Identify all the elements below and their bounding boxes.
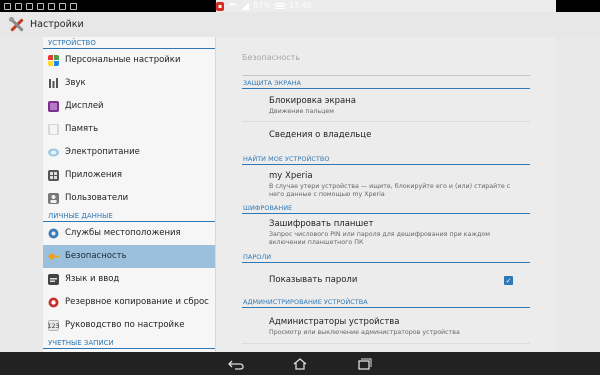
security-icon <box>48 253 59 260</box>
detail-title: Безопасность <box>242 53 300 62</box>
sidebar-item-security[interactable]: Безопасность <box>43 245 215 268</box>
sidebar-item-sound[interactable]: Звук <box>43 72 215 95</box>
pref-summary: Запрос числового PIN или пароля для деши… <box>269 231 490 246</box>
home-icon[interactable] <box>292 357 308 370</box>
sidebar-item-label: Руководство по настройке <box>65 320 185 330</box>
left-gutter <box>0 37 43 352</box>
settings-sidebar: УСТРОЙСТВО Персональные настройки Звук Д… <box>43 37 215 352</box>
pref-screen-lock[interactable]: Блокировка экрана Движение пальцем <box>269 96 514 116</box>
svg-text:123: 123 <box>48 323 59 330</box>
sidebar-item-label: Пользователи <box>65 193 129 203</box>
sidebar-item-display[interactable]: Дисплей <box>43 95 215 118</box>
pref-title: Блокировка экрана <box>269 96 356 106</box>
apps-icon <box>48 170 59 181</box>
notification-icon <box>26 2 33 10</box>
pref-summary: Просмотр или выключение администраторов … <box>269 329 460 336</box>
group-header-find-device: НАЙТИ МОЕ УСТРОЙСТВО <box>242 153 530 165</box>
security-detail-pane: Безопасность ЗАЩИТА ЭКРАНА Блокировка эк… <box>216 37 556 352</box>
group-header-device-admin: АДМИНИСТРИРОВАНИЕ УСТРОЙСТВА <box>242 296 530 308</box>
pref-title: Сведения о владельце <box>269 130 372 140</box>
language-icon <box>48 274 59 285</box>
show-passwords-checkbox[interactable]: ✓ <box>504 276 513 285</box>
signal-icon <box>241 2 250 10</box>
display-icon <box>48 101 59 112</box>
battery-icon <box>274 3 285 9</box>
pref-encrypt-tablet[interactable]: Зашифровать планшет Запрос числового PIN… <box>269 219 514 247</box>
sidebar-item-label: Язык и ввод <box>65 274 120 284</box>
right-gutter <box>556 37 600 352</box>
pref-owner-info[interactable]: Сведения о владельце <box>269 130 514 141</box>
setup-guide-icon: 123 <box>48 320 59 331</box>
sidebar-item-label: Резервное копирование и сброс <box>65 297 209 307</box>
sidebar-item-apps[interactable]: Приложения <box>43 164 215 187</box>
sidebar-item-language[interactable]: Язык и ввод <box>43 268 215 291</box>
wifi-icon <box>228 3 238 9</box>
pref-title: my Xperia <box>269 171 313 181</box>
download-icon <box>48 2 55 10</box>
sidebar-item-label: Приложения <box>65 170 123 180</box>
sidebar-item-label: Электропитание <box>65 147 140 157</box>
storage-icon <box>48 124 59 135</box>
sidebar-item-location[interactable]: Службы местоположения <box>43 222 215 245</box>
sidebar-item-label: Службы местоположения <box>65 228 181 238</box>
sidebar-item-power[interactable]: Электропитание <box>43 141 215 164</box>
divider <box>242 343 530 344</box>
settings-tools-icon[interactable] <box>8 16 26 34</box>
notification-badge: ▪ <box>216 1 225 11</box>
divider <box>242 121 530 122</box>
back-icon[interactable] <box>228 358 244 370</box>
pref-title: Администраторы устройства <box>269 317 400 327</box>
notification-icons <box>4 0 77 12</box>
pref-title: Зашифровать планшет <box>269 219 374 229</box>
download-icon <box>37 2 44 10</box>
divider <box>242 75 530 76</box>
group-header-screen-security: ЗАЩИТА ЭКРАНА <box>242 77 530 89</box>
power-icon <box>48 148 59 157</box>
sidebar-section-header: УЧЕТНЫЕ ЗАПИСИ <box>43 337 215 349</box>
sidebar-item-setup-guide[interactable]: 123 Руководство по настройке <box>43 314 215 337</box>
notification-icon <box>59 2 66 10</box>
pref-summary: В случае утери устройства — ищите, блоки… <box>269 183 511 198</box>
group-header-passwords: ПАРОЛИ <box>242 251 530 263</box>
clock: 17:45 <box>288 1 312 10</box>
pref-my-xperia[interactable]: my Xperia В случае утери устройства — ищ… <box>269 171 514 199</box>
pref-device-admins[interactable]: Администраторы устройства Просмотр или в… <box>269 317 514 337</box>
sidebar-item-label: Память <box>65 124 99 134</box>
pref-title: Показывать пароли <box>269 275 358 285</box>
sidebar-item-backup[interactable]: Резервное копирование и сброс <box>43 291 215 314</box>
sidebar-section-header: ЛИЧНЫЕ ДАННЫЕ <box>43 210 215 222</box>
notification-icon <box>4 2 11 10</box>
battery-percent: 97% <box>253 1 271 10</box>
recent-apps-icon[interactable] <box>356 358 372 370</box>
sidebar-item-personalization[interactable]: Персональные настройки <box>43 49 215 72</box>
status-bar: ▪ 97% 17:45 <box>0 0 600 12</box>
sound-icon <box>49 78 58 88</box>
system-nav-bar <box>0 352 600 375</box>
sidebar-item-storage[interactable]: Память <box>43 118 215 141</box>
notification-icon <box>70 2 77 10</box>
pref-summary: Движение пальцем <box>269 108 334 115</box>
checkmark-icon: ✓ <box>505 277 512 285</box>
sidebar-section-header: УСТРОЙСТВО <box>43 37 215 49</box>
sidebar-item-users[interactable]: Пользователи <box>43 187 215 210</box>
location-icon <box>48 228 59 239</box>
sidebar-item-label: Безопасность <box>65 251 127 261</box>
page-title: Настройки <box>30 19 84 30</box>
sidebar-item-label: Персональные настройки <box>65 55 181 65</box>
action-bar: Настройки <box>0 12 600 38</box>
notification-icon <box>15 2 22 10</box>
users-icon <box>48 193 59 204</box>
backup-icon <box>48 297 59 308</box>
sidebar-item-label: Дисплей <box>65 101 104 111</box>
pref-show-passwords[interactable]: Показывать пароли <box>269 275 514 286</box>
sidebar-item-label: Звук <box>65 78 86 88</box>
group-header-encryption: ШИФРОВАНИЕ <box>242 202 530 214</box>
personalization-icon <box>48 55 59 66</box>
